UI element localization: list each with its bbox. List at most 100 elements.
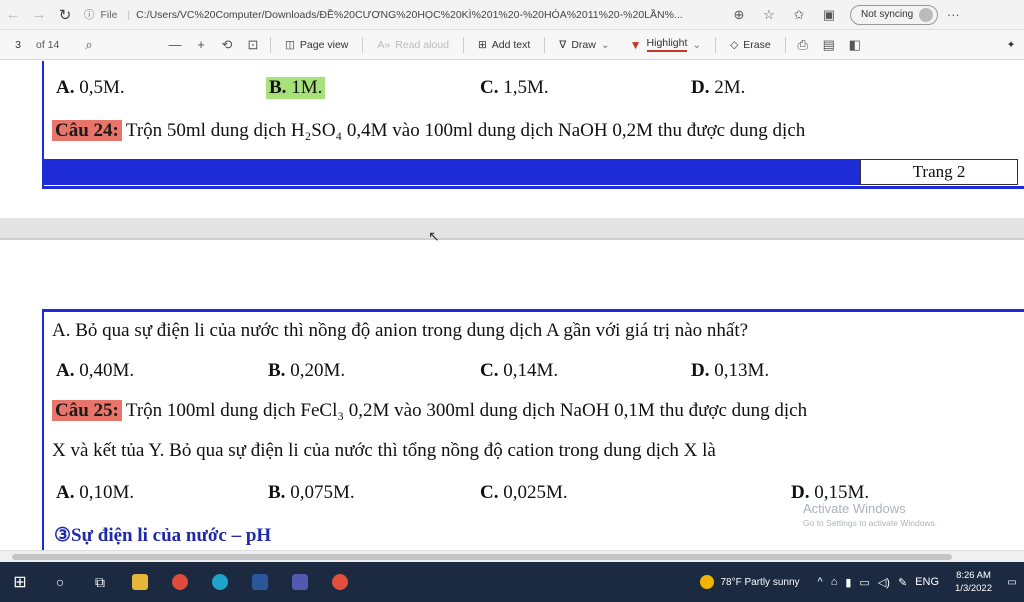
draw-icon: ∇ [559, 38, 567, 51]
volume-icon[interactable]: ◁) [878, 576, 890, 589]
chevron-down-icon: ⌄ [692, 38, 702, 51]
forward-icon[interactable]: → [26, 0, 52, 30]
toolbar-divider [784, 36, 786, 53]
toolbar-divider [715, 36, 717, 53]
search-icon[interactable]: ⌕ [76, 37, 102, 53]
highlight-button[interactable]: ▼ Highlight ⌄ [620, 37, 712, 52]
search-icon[interactable]: ○ [40, 562, 80, 602]
scrollbar-thumb[interactable] [12, 554, 952, 560]
page-total: of 14 [36, 38, 60, 51]
teams-icon[interactable] [280, 562, 320, 602]
info-icon: ⓘ [84, 9, 95, 21]
option-d: D. 2M. [691, 77, 746, 98]
zoom-in-button[interactable]: + [188, 37, 214, 52]
option-c: C. 1,5M. [480, 77, 549, 98]
pdf-toolbar: 3 of 14 ⌕ — + ⟲ ⊡ ◫ Page view A» Read al… [0, 30, 1024, 60]
highlighter-icon: ▼ [629, 37, 642, 52]
question-24: Câu 24: Trộn 50ml dung dịch H₂SO₄ 0,4M và… [52, 120, 805, 142]
toolbar-divider [362, 36, 364, 53]
more-icon[interactable]: ··· [938, 0, 968, 30]
read-aloud-label: Read aloud [395, 38, 449, 51]
system-tray: ^ ⌂ ▮ ▭ ◁) ✎ ENG [810, 576, 947, 589]
chevron-up-icon[interactable]: ^ [818, 576, 823, 588]
mouse-cursor-icon: ↖ [428, 228, 440, 244]
battery-icon[interactable]: ▮ [845, 576, 851, 589]
pin-icon[interactable]: ✦ [998, 39, 1024, 51]
option-a: A. 0,10M. [56, 482, 135, 503]
option-c: C. 0,14M. [480, 360, 559, 381]
app-icon[interactable] [320, 562, 360, 602]
save-icon[interactable]: ▤ [816, 37, 842, 53]
question-text: Trộn 100ml dung dịch FeCl₃ 0,2M vào 300m… [125, 400, 808, 421]
clock-time: 8:26 AM [956, 570, 991, 581]
add-text-button[interactable]: ⊞ Add text [468, 39, 540, 51]
address-text: C:/Users/VC%20Computer/Downloads/ĐỀ%20CƯ… [136, 8, 683, 21]
chrome-icon[interactable] [160, 562, 200, 602]
option-d: D. 0,13M. [691, 360, 770, 381]
erase-button[interactable]: ◇ Erase [720, 39, 781, 51]
network-icon[interactable]: ⌂ [831, 576, 838, 588]
pen-icon[interactable]: ✎ [898, 576, 907, 589]
option-c: C. 0,025M. [480, 482, 568, 503]
windows-start-icon[interactable]: ⊞ [0, 562, 40, 602]
zoom-out-button[interactable]: — [162, 37, 188, 52]
toolbar-divider [462, 36, 464, 53]
draw-button[interactable]: ∇ Draw ⌄ [549, 39, 619, 51]
toolbar-divider [270, 36, 271, 53]
page-view-icon: ◫ [285, 38, 295, 51]
file-label: File [100, 8, 118, 21]
question-text: Trộn 50ml dung dịch H₂SO₄ 0,4M vào 100ml… [125, 120, 806, 141]
sync-button[interactable]: Not syncing [850, 4, 939, 25]
add-text-label: Add text [491, 38, 531, 51]
back-icon[interactable]: ← [0, 0, 26, 30]
save-as-icon[interactable]: ◧ [842, 37, 868, 53]
option-a: A. 0,5M. [56, 77, 125, 98]
task-view-icon[interactable]: ⧉ [80, 562, 120, 602]
word-icon[interactable] [240, 562, 280, 602]
read-aloud-icon: A» [377, 38, 391, 51]
page-number-input[interactable]: 3 [0, 39, 36, 51]
page-footer-number: Trang 2 [860, 159, 1018, 185]
rotate-icon[interactable]: ⟲ [214, 37, 240, 53]
draw-label: Draw [571, 38, 596, 51]
notifications-icon[interactable]: ▭ [1000, 577, 1024, 588]
eraser-icon: ◇ [730, 38, 739, 51]
display-icon[interactable]: ▭ [859, 576, 869, 589]
browser-address-bar: ← → ↻ ⓘ File | C:/Users/VC%20Computer/Do… [0, 0, 1024, 30]
language-indicator[interactable]: ENG [915, 576, 939, 588]
page-view-button[interactable]: ◫ Page view [275, 39, 358, 51]
edge-icon[interactable] [200, 562, 240, 602]
print-icon[interactable]: ⎙ [790, 37, 816, 53]
address-separator: | [127, 8, 131, 21]
page-footer-band [42, 159, 860, 185]
sync-label: Not syncing [861, 9, 914, 20]
favorites-icon[interactable]: ✩ [784, 0, 814, 30]
refresh-icon[interactable]: ↻ [52, 0, 78, 30]
pdf-document-view[interactable]: A. 0,5M. B. 1M. C. 1,5M. D. 2M. Câu 24: T… [0, 61, 1024, 550]
option-b-highlighted: B. 1M. [266, 77, 326, 99]
collections-icon[interactable]: ▣ [814, 0, 844, 30]
erase-label: Erase [743, 38, 771, 51]
profile-avatar [919, 7, 934, 22]
page-gap [0, 218, 1024, 238]
add-favorite-icon[interactable]: ☆ [754, 0, 784, 30]
read-aloud-button[interactable]: A» Read aloud [367, 39, 459, 51]
fit-page-icon[interactable]: ⊡ [240, 37, 266, 53]
file-explorer-icon[interactable] [120, 562, 160, 602]
weather-widget[interactable]: 78°F Partly sunny [690, 575, 809, 589]
activate-windows-watermark: Activate Windows Go to Settings to activ… [803, 501, 937, 531]
taskbar-clock[interactable]: 8:26 AM 1/3/2022 [947, 569, 1000, 595]
option-b: B. 0,20M. [268, 360, 346, 381]
highlight-label: Highlight [646, 37, 688, 52]
add-text-icon: ⊞ [477, 38, 487, 51]
horizontal-scrollbar[interactable] [0, 550, 1024, 562]
weather-sun-icon [700, 575, 715, 589]
page-gap-edge [0, 238, 1024, 240]
option-b: B. 0,075M. [268, 482, 355, 503]
address-field[interactable]: ⓘ File | C:/Users/VC%20Computer/Download… [84, 4, 724, 26]
option-a: A. 0,40M. [56, 360, 135, 381]
watermark-title: Activate Windows [803, 501, 906, 516]
question-25-line-2: X và kết tủa Y. Bỏ qua sự điện li của nư… [52, 440, 716, 461]
question-label: Câu 24: [52, 120, 122, 141]
zoom-icon[interactable]: ⊕ [724, 0, 754, 30]
